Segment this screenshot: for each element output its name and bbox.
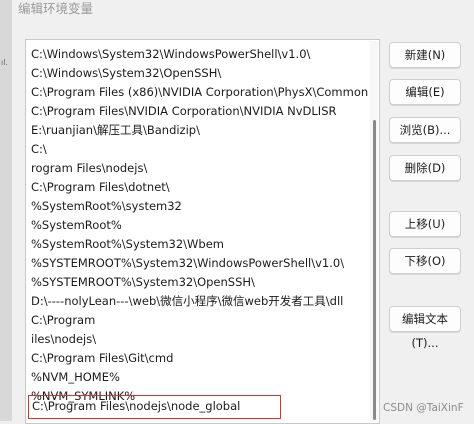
list-item[interactable]: rogram Files\nodejs\ <box>31 158 147 178</box>
browse-button[interactable]: 浏览(B)... <box>389 117 461 143</box>
list-item[interactable]: C:\Windows\System32\WindowsPowerShell\v1… <box>31 44 310 64</box>
csdn-watermark: CSDN @TaiXinF <box>383 402 464 414</box>
delete-button[interactable]: 删除(D) <box>389 155 461 181</box>
move-up-button[interactable]: 上移(U) <box>389 211 461 237</box>
list-item[interactable]: C:\Program Files\NVIDIA Corporation\NVID… <box>31 101 337 121</box>
edit-text-button[interactable]: 编辑文本(T)... <box>389 306 461 350</box>
path-entry-list[interactable]: C:\Windows\System32\WindowsPowerShell\v1… <box>25 39 380 424</box>
list-item[interactable]: C:\Windows\System32\OpenSSH\ <box>31 63 221 83</box>
list-scrollbar-thumb[interactable] <box>373 120 376 420</box>
list-item[interactable]: %NVM_HOME% <box>31 367 120 387</box>
list-item[interactable]: %SystemRoot% <box>31 215 122 235</box>
list-item[interactable]: %SystemRoot%\System32\Wbem <box>31 234 224 254</box>
list-item[interactable]: C:\Program Files\Git\cmd <box>31 348 173 368</box>
list-item[interactable]: D:\----nolyLean---\web\微信小程序\微信web开发者工具\… <box>31 291 343 311</box>
list-item[interactable]: C:\Program Files\dotnet\ <box>31 177 170 197</box>
dialog-title: 编辑环境变量 <box>18 1 94 16</box>
list-item[interactable]: %SYSTEMROOT%\System32\WindowsPowerShell\… <box>31 253 344 273</box>
new-button[interactable]: 新建(N) <box>389 42 461 68</box>
background-signal-glyph: ıl. <box>1 58 8 67</box>
edit-button[interactable]: 编辑(E) <box>389 79 461 105</box>
list-item[interactable]: C:\Program <box>31 310 95 330</box>
list-item[interactable]: iles\nodejs\ <box>31 329 96 349</box>
list-item[interactable]: E:\ruanjian\解压工具\Bandizip\ <box>31 120 200 140</box>
list-item[interactable]: C:\Program Files (x86)\NVIDIA Corporatio… <box>31 82 368 102</box>
move-down-button[interactable]: 下移(O) <box>389 248 461 274</box>
edit-env-var-dialog: 编辑环境变量 C:\Windows\System32\WindowsPowerS… <box>12 0 474 424</box>
highlighted-list-item[interactable]: C:\Program Files\nodejs\node_global <box>28 395 281 419</box>
list-item[interactable]: %SYSTEMROOT%\System32\OpenSSH\ <box>31 272 255 292</box>
list-item[interactable]: C:\ <box>31 139 47 159</box>
list-item[interactable]: %SystemRoot%\system32 <box>31 196 182 216</box>
